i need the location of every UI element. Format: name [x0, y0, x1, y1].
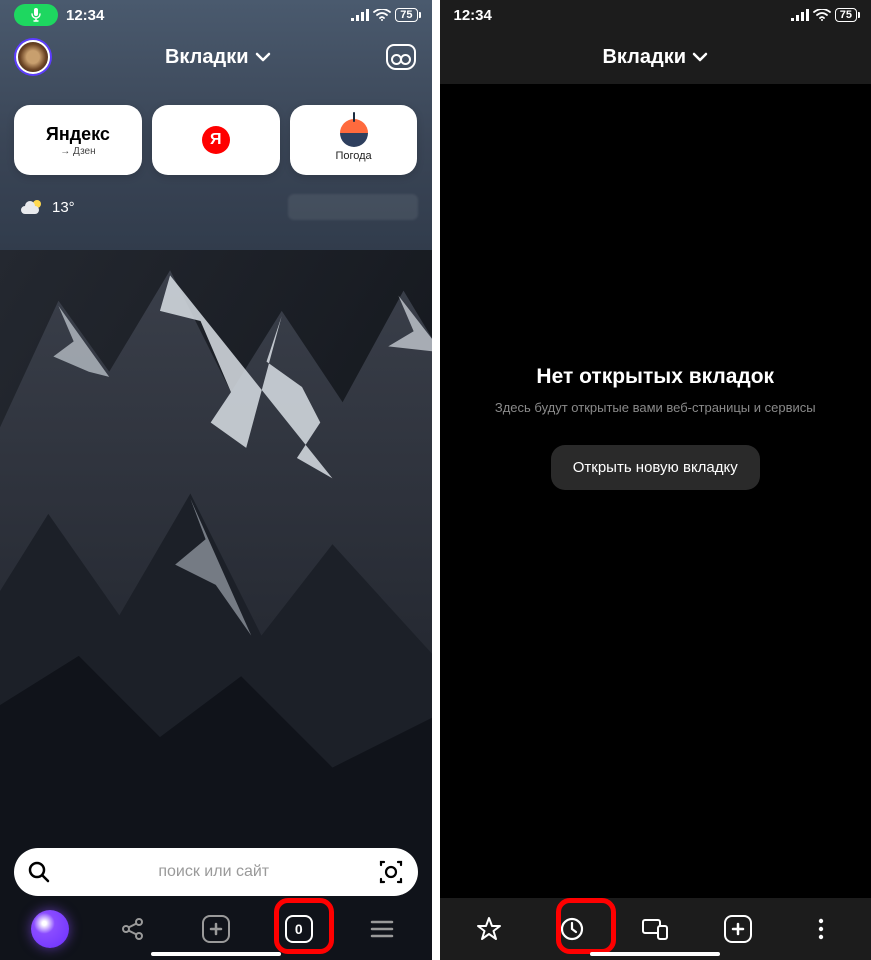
open-new-tab-button[interactable]: Открыть новую вкладку — [551, 445, 760, 490]
tabs-dropdown[interactable]: Вкладки — [490, 46, 822, 69]
new-tab-button[interactable] — [716, 907, 760, 951]
bookmarks-button[interactable] — [467, 907, 511, 951]
tile-sublabel: → Дзен — [60, 146, 95, 157]
blurred-content — [288, 194, 418, 220]
quick-tiles: Яндекс → Дзен Я Погода — [14, 105, 418, 175]
header: Вкладки — [440, 30, 871, 84]
tabs-dropdown[interactable]: Вкладки — [50, 46, 386, 69]
status-time: 12:34 — [66, 7, 104, 24]
empty-tabs-state: Нет открытых вкладок Здесь будут открыты… — [440, 365, 871, 490]
empty-title: Нет открытых вкладок — [470, 365, 842, 389]
tile-yandex-zen[interactable]: Яндекс → Дзен — [14, 105, 142, 175]
camera-icon[interactable] — [378, 859, 404, 885]
wifi-icon — [813, 9, 831, 21]
alice-button[interactable] — [28, 907, 72, 951]
devices-icon — [641, 917, 669, 941]
plus-square-icon — [724, 915, 752, 943]
incognito-icon[interactable] — [386, 44, 416, 70]
empty-subtitle: Здесь будут открытые вами веб-страницы и… — [470, 399, 842, 417]
tile-sublabel: Погода — [335, 150, 371, 162]
tab-count-badge: 0 — [285, 915, 313, 943]
devices-button[interactable] — [633, 907, 677, 951]
browser-tabs-empty-screen: 12:34 75 Вкладки Нет открытых вкладок Зд… — [440, 0, 871, 960]
weather-temp: 13° — [52, 199, 75, 216]
share-icon — [120, 916, 146, 942]
status-icons: 75 — [791, 8, 857, 22]
battery-icon: 75 — [835, 8, 857, 22]
menu-button[interactable] — [360, 907, 404, 951]
home-indicator — [590, 952, 720, 956]
yandex-logo-icon: Я — [202, 126, 230, 154]
umbrella-icon — [340, 119, 368, 147]
chevron-down-icon — [692, 52, 708, 62]
bottom-toolbar — [440, 898, 871, 960]
more-vertical-icon — [818, 918, 824, 940]
menu-icon — [370, 920, 394, 938]
cloud-sun-icon — [20, 198, 44, 216]
header-title-text: Вкладки — [165, 46, 249, 69]
tile-weather[interactable]: Погода — [290, 105, 418, 175]
mic-active-pill[interactable] — [14, 4, 58, 26]
home-indicator — [151, 952, 281, 956]
header-title-text: Вкладки — [602, 46, 686, 69]
status-bar: 12:34 75 — [0, 0, 432, 30]
signal-icon — [791, 9, 809, 21]
signal-icon — [351, 9, 369, 21]
header: Вкладки — [0, 30, 432, 84]
more-button[interactable] — [799, 907, 843, 951]
status-bar: 12:34 75 — [440, 0, 871, 30]
status-icons: 75 — [351, 8, 417, 22]
battery-icon: 75 — [395, 8, 417, 22]
status-time: 12:34 — [454, 7, 492, 24]
tabs-button[interactable]: 0 — [277, 907, 321, 951]
wifi-icon — [373, 9, 391, 21]
tile-label: Яндекс — [46, 124, 110, 145]
clock-icon — [559, 916, 585, 942]
chevron-down-icon — [255, 52, 271, 62]
plus-square-icon — [202, 915, 230, 943]
search-bar[interactable]: поиск или сайт — [14, 848, 418, 896]
history-button[interactable] — [550, 907, 594, 951]
tile-yandex[interactable]: Я — [152, 105, 280, 175]
bottom-toolbar: 0 — [0, 898, 432, 960]
new-tab-button[interactable] — [194, 907, 238, 951]
browser-home-screen: 12:34 75 Вкладки Яндекс → Дзен Я Погода … — [0, 0, 432, 960]
alice-orb-icon — [31, 910, 69, 948]
share-button[interactable] — [111, 907, 155, 951]
weather-widget[interactable]: 13° — [20, 198, 75, 216]
search-placeholder: поиск или сайт — [50, 863, 378, 881]
avatar[interactable] — [16, 40, 50, 74]
search-icon — [28, 861, 50, 883]
star-icon — [476, 916, 502, 942]
